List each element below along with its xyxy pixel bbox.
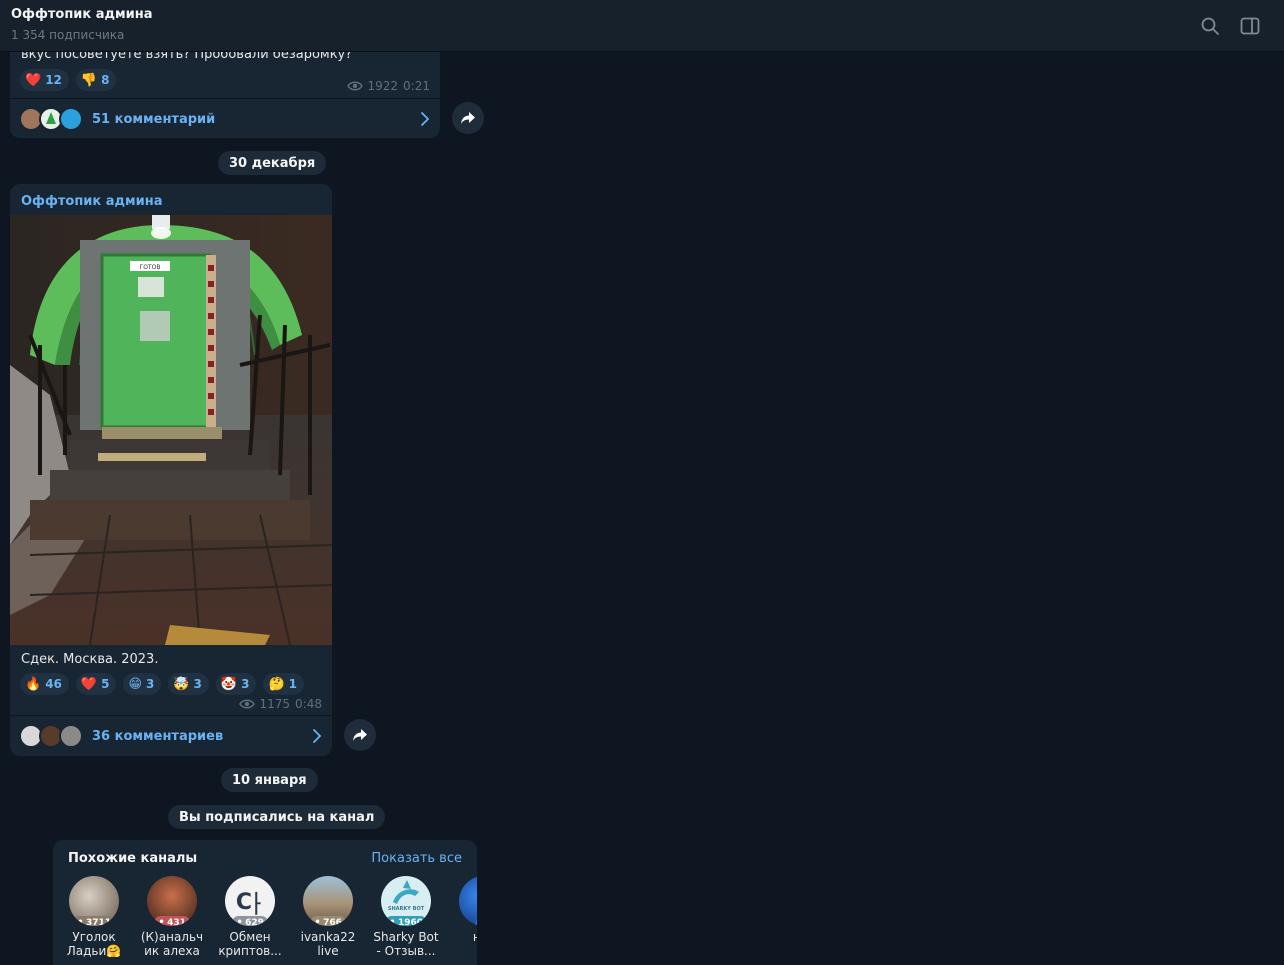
photo-image: ГОТОВ [10, 215, 332, 645]
similar-channel-item[interactable]: нот ч [445, 876, 477, 958]
chevron-right-icon [421, 112, 430, 126]
person-icon [158, 919, 165, 926]
reactions-row: 🔥 46 ❤️ 5 😁 3 🤯 3 🤡 3 🤔 1 [20, 673, 304, 695]
channel-name: ivanka22 live [300, 930, 356, 958]
person-icon [236, 919, 243, 926]
reaction-chip[interactable]: ❤️ 12 [20, 69, 69, 91]
reaction-chip[interactable]: 😁 3 [123, 673, 162, 695]
reaction-count: 3 [193, 677, 202, 691]
reaction-count: 12 [45, 73, 62, 87]
subscriber-badge: 3711 [72, 916, 116, 926]
post-photo[interactable]: ГОТОВ [10, 215, 332, 645]
comments-label: 36 комментариев [92, 728, 224, 744]
subscriber-badge: 629 [232, 916, 268, 926]
reaction-chip[interactable]: 🤡 3 [215, 673, 257, 695]
sidebar-toggle-icon[interactable] [1238, 14, 1262, 38]
more-menu-icon[interactable] [1276, 14, 1284, 38]
channel-name: (К)анальч ик алеха [140, 930, 204, 958]
reaction-count: 46 [45, 677, 62, 691]
channel-name: Sharky Bot - Отзыв... [373, 930, 439, 958]
person-icon [389, 919, 396, 926]
similar-channel-item[interactable]: SHARKY BOT 1960 Sharky Bot - Отзыв... [367, 876, 445, 958]
post-caption: Сдек. Москва. 2023. [21, 652, 159, 667]
avatar [59, 107, 83, 131]
comments-button[interactable]: 51 комментарий [10, 99, 440, 139]
reaction-count: 3 [146, 677, 155, 691]
subscriber-count: 1 354 подписчика [11, 28, 125, 42]
similar-channel-item[interactable]: 3711 Уголок Ладьи🤗 [55, 876, 133, 958]
message-bubble[interactable]: Оффтопик админа ГОТОВ Сдек. Москва. 2023… [10, 184, 332, 756]
reaction-chip[interactable]: 🔥 46 [20, 673, 69, 695]
service-message: Вы подписались на канал [168, 805, 386, 829]
views-count: 1922 [367, 79, 399, 93]
channel-avatar: SHARKY BOT 1960 [381, 876, 431, 926]
similar-channels-panel: Похожие каналы Показать все 3711 Уголок … [53, 840, 477, 965]
reaction-chip[interactable]: 🤯 3 [168, 673, 209, 695]
post-author[interactable]: Оффтопик админа [21, 194, 163, 209]
chevron-right-icon [313, 729, 322, 743]
channel-title[interactable]: Оффтопик админа [11, 7, 153, 22]
person-icon [77, 919, 84, 926]
channel-name: нот ч [472, 930, 477, 944]
channel-avatar [459, 876, 477, 926]
views-icon [238, 699, 255, 709]
channel-avatar: 3711 [69, 876, 119, 926]
search-icon[interactable] [1198, 14, 1222, 38]
heart-emoji: ❤️ [25, 72, 42, 88]
fire-emoji: 🔥 [25, 676, 42, 692]
share-button[interactable] [344, 719, 376, 751]
comments-label: 51 комментарий [92, 111, 216, 127]
message-meta: 1175 0:48 [238, 697, 322, 711]
heart-emoji: ❤️ [80, 676, 98, 692]
similar-channels-title: Похожие каналы [68, 851, 198, 866]
share-button[interactable] [452, 102, 484, 134]
channel-logo-text: SHARKY BOT [387, 906, 425, 912]
channel-name: Уголок Ладьи🤗 [66, 930, 122, 958]
subscriber-badge: 431 [154, 916, 190, 926]
subscriber-badge: 766 [310, 916, 346, 926]
similar-channel-item[interactable]: 431 (К)анальч ик алеха [133, 876, 211, 958]
share-arrow-icon [353, 729, 367, 741]
subscriber-badge [475, 916, 477, 926]
channel-logo-text: C⸠ [235, 890, 265, 915]
similar-channel-item[interactable]: 766 ivanka22 live [289, 876, 367, 958]
reaction-chip[interactable]: 🤔 1 [263, 673, 304, 695]
share-arrow-icon [461, 112, 475, 124]
reactions-row: ❤️ 12 👎 8 [20, 69, 117, 91]
thumbs-down-emoji: 👎 [80, 72, 98, 88]
reaction-count: 5 [101, 677, 110, 691]
reaction-count: 1 [288, 677, 297, 691]
subscriber-badge: 1960 [384, 916, 428, 926]
thinking-emoji: 🤔 [268, 676, 285, 692]
date-separator: 30 декабря [218, 151, 327, 175]
channel-name: Обмен криптов... [218, 930, 282, 958]
grinning-emoji: 😁 [128, 676, 142, 692]
views-count: 1175 [259, 697, 291, 711]
commenter-avatars [19, 724, 83, 748]
comments-button[interactable]: 36 комментариев [10, 716, 332, 756]
reaction-count: 8 [101, 73, 110, 87]
views-icon [346, 81, 363, 91]
message-time: 0:21 [403, 79, 430, 93]
channel-avatar: 431 [147, 876, 197, 926]
channel-avatar: 766 [303, 876, 353, 926]
similar-channel-item[interactable]: C⸠ 629 Обмен криптов... [211, 876, 289, 958]
reaction-chip[interactable]: 👎 8 [75, 69, 117, 91]
avatar [59, 724, 83, 748]
person-icon [314, 919, 321, 926]
reaction-chip[interactable]: ❤️ 5 [75, 673, 117, 695]
message-time: 0:48 [295, 697, 322, 711]
door-sign: ГОТОВ [140, 264, 161, 271]
reaction-count: 3 [241, 677, 250, 691]
commenter-avatars [19, 107, 83, 131]
clown-emoji: 🤡 [220, 676, 238, 692]
chat-header[interactable]: Оффтопик админа 1 354 подписчика [0, 0, 1284, 52]
date-separator: 10 января [221, 768, 318, 792]
show-all-link[interactable]: Показать все [371, 851, 462, 866]
message-meta: 1922 0:21 [346, 79, 430, 93]
exploding-head-emoji: 🤯 [173, 676, 190, 692]
channel-avatar: C⸠ 629 [225, 876, 275, 926]
